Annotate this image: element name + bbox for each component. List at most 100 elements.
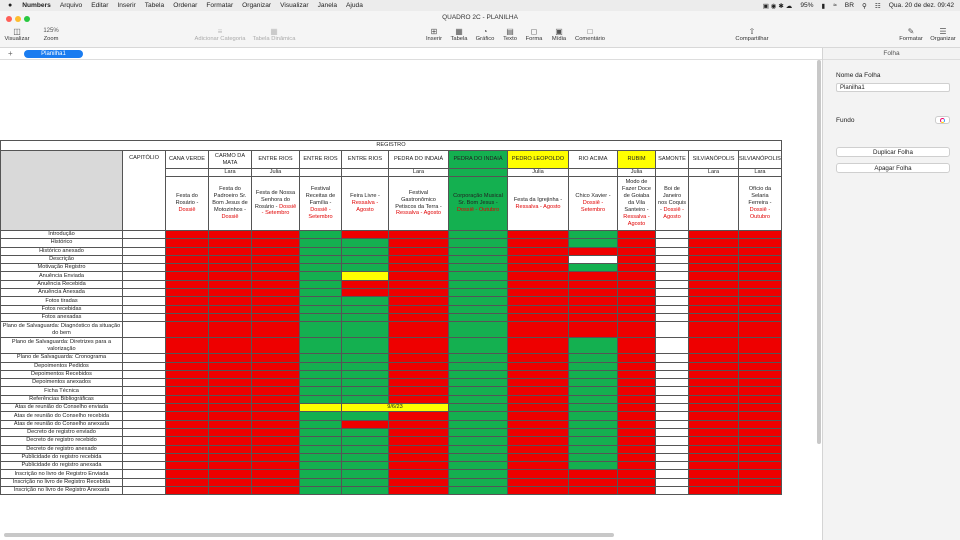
- status-cell[interactable]: [507, 436, 569, 446]
- status-cell[interactable]: [208, 403, 252, 413]
- status-cell[interactable]: [388, 394, 449, 405]
- status-cell[interactable]: [568, 238, 618, 248]
- status-cell[interactable]: [165, 394, 209, 405]
- status-cell[interactable]: [655, 394, 689, 405]
- status-cell[interactable]: [341, 296, 389, 306]
- status-cell[interactable]: [738, 378, 782, 388]
- status-cell[interactable]: [738, 436, 782, 446]
- status-cell[interactable]: [448, 246, 508, 256]
- status-cell[interactable]: [388, 378, 449, 388]
- status-cell[interactable]: [688, 411, 739, 421]
- vertical-scrollbar[interactable]: [817, 60, 821, 444]
- chart-button[interactable]: ◔ Gráfico: [474, 27, 496, 42]
- status-cell[interactable]: [165, 288, 209, 298]
- chapter-cell[interactable]: [122, 353, 166, 363]
- status-cell[interactable]: [655, 337, 689, 355]
- status-cell[interactable]: [738, 411, 782, 421]
- status-cell[interactable]: [299, 461, 342, 471]
- status-cell[interactable]: [507, 353, 569, 363]
- add-sheet-button[interactable]: +: [8, 49, 13, 58]
- status-cell[interactable]: [299, 304, 342, 314]
- status-cell[interactable]: [299, 353, 342, 363]
- status-cell[interactable]: [208, 477, 252, 488]
- status-cell[interactable]: [655, 254, 689, 265]
- status-cell[interactable]: [208, 485, 252, 496]
- status-cell[interactable]: [688, 337, 739, 355]
- status-cell[interactable]: [448, 485, 508, 496]
- status-cell[interactable]: [341, 279, 389, 290]
- status-cell[interactable]: [655, 461, 689, 471]
- status-cell[interactable]: [738, 246, 782, 256]
- town-header[interactable]: SILVIANÓPOLIS: [688, 150, 739, 169]
- status-cell[interactable]: [738, 271, 782, 281]
- town-header[interactable]: RUBIM: [617, 150, 656, 169]
- status-cell[interactable]: [655, 403, 689, 413]
- status-cell[interactable]: [341, 469, 389, 479]
- status-cell[interactable]: [738, 427, 782, 438]
- status-cell[interactable]: [341, 246, 389, 256]
- status-cell[interactable]: [341, 304, 389, 314]
- clock[interactable]: Qua. 20 de dez. 09:42: [889, 2, 954, 9]
- battery-level[interactable]: 95%: [800, 2, 813, 9]
- row-label[interactable]: Inscrição no livro de Registro Anexada: [0, 485, 123, 496]
- row-label[interactable]: Decreto de registro recebido: [0, 436, 123, 446]
- status-cell[interactable]: [341, 419, 389, 429]
- status-cell[interactable]: [165, 353, 209, 363]
- status-cell[interactable]: [688, 461, 739, 471]
- status-cell[interactable]: [655, 238, 689, 248]
- status-cell[interactable]: [738, 296, 782, 306]
- status-cell[interactable]: [299, 403, 342, 413]
- responsible-cell[interactable]: Julia: [251, 168, 300, 177]
- row-label[interactable]: Histórico anexado: [0, 246, 123, 256]
- chapter-cell[interactable]: [122, 254, 166, 265]
- row-label[interactable]: Motivação Registro: [0, 263, 123, 273]
- status-cell[interactable]: [568, 469, 618, 479]
- status-cell[interactable]: [341, 321, 389, 339]
- responsible-cell[interactable]: [655, 168, 689, 177]
- status-cell[interactable]: [251, 419, 300, 429]
- status-cell[interactable]: [299, 411, 342, 421]
- status-cell[interactable]: [251, 337, 300, 355]
- status-cell[interactable]: [388, 469, 449, 479]
- status-cell[interactable]: [251, 411, 300, 421]
- status-cell[interactable]: [388, 229, 449, 240]
- status-cell[interactable]: [617, 238, 656, 248]
- status-cell[interactable]: [655, 419, 689, 429]
- status-cell[interactable]: [568, 296, 618, 306]
- status-cell[interactable]: [655, 353, 689, 363]
- status-cell[interactable]: [507, 394, 569, 405]
- status-cell[interactable]: [507, 411, 569, 421]
- responsible-cell[interactable]: Lara: [688, 168, 739, 177]
- status-cell[interactable]: [688, 238, 739, 248]
- row-label[interactable]: Depoimentos anexados: [0, 378, 123, 388]
- status-cell[interactable]: [208, 436, 252, 446]
- status-cell[interactable]: [738, 386, 782, 396]
- status-cell[interactable]: [388, 369, 449, 380]
- status-cell[interactable]: [655, 444, 689, 454]
- status-cell[interactable]: [208, 238, 252, 248]
- status-icons[interactable]: ▣ ◉ ✱ ☁: [763, 2, 793, 10]
- menu-organizar[interactable]: Organizar: [242, 2, 271, 9]
- status-cell[interactable]: [655, 378, 689, 388]
- status-cell[interactable]: [738, 288, 782, 298]
- status-cell[interactable]: [507, 254, 569, 265]
- chapter-cell[interactable]: [122, 361, 166, 371]
- status-cell[interactable]: [251, 321, 300, 339]
- status-cell[interactable]: [507, 271, 569, 281]
- status-cell[interactable]: [251, 312, 300, 323]
- status-cell[interactable]: [568, 271, 618, 281]
- status-cell[interactable]: [165, 485, 209, 496]
- media-button[interactable]: ▣ Mídia: [549, 27, 569, 42]
- status-cell[interactable]: [448, 337, 508, 355]
- status-cell[interactable]: [165, 312, 209, 323]
- status-cell[interactable]: [507, 386, 569, 396]
- status-cell[interactable]: [251, 279, 300, 290]
- status-cell[interactable]: [507, 296, 569, 306]
- status-cell[interactable]: [299, 361, 342, 371]
- status-cell[interactable]: [738, 321, 782, 339]
- item-cell[interactable]: Corporação Musical Sr. Bom Jesus - Dossi…: [448, 176, 508, 231]
- status-cell[interactable]: [617, 337, 656, 355]
- status-cell[interactable]: [388, 321, 449, 339]
- status-cell[interactable]: [738, 263, 782, 273]
- status-cell[interactable]: [507, 452, 569, 463]
